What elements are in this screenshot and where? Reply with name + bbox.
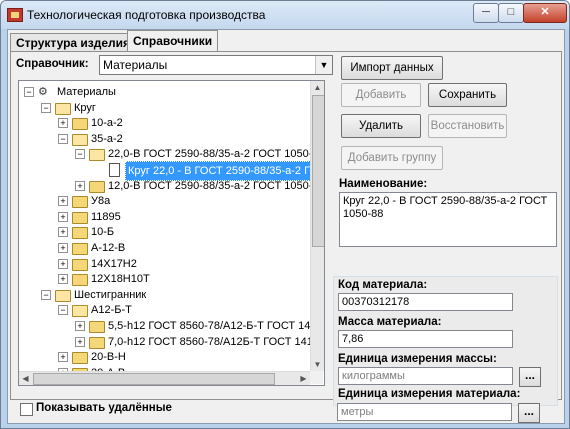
scroll-right-arrow-icon[interactable]: ▶	[297, 372, 310, 385]
folder-icon	[72, 227, 88, 240]
expand-icon[interactable]: +	[75, 321, 85, 331]
tree-node-label: 12,0-В ГОСТ 2590-88/35-а-2 ГОСТ 1050-8	[108, 179, 310, 192]
mass-unit-browse-button[interactable]: ...	[519, 367, 541, 387]
folder-icon	[72, 196, 88, 209]
minimize-button[interactable]: ─	[473, 3, 499, 23]
directory-select-value: Материалы	[103, 58, 168, 72]
save-button[interactable]: Сохранить	[428, 83, 507, 107]
maximize-button[interactable]: □	[498, 3, 524, 23]
code-label: Код материала:	[338, 279, 428, 291]
directory-label: Справочник:	[16, 58, 89, 70]
collapse-icon[interactable]: −	[24, 87, 34, 97]
horizontal-scroll-thumb[interactable]	[33, 373, 275, 385]
add-group-button[interactable]: Добавить группу	[341, 146, 443, 170]
folder-icon	[72, 211, 88, 224]
expand-icon[interactable]: +	[58, 211, 68, 222]
material-unit-label: Единица измерения материала:	[338, 388, 521, 400]
material-properties-group: Код материала: 00370312178 Масса материа…	[333, 276, 558, 406]
expand-icon[interactable]: +	[58, 196, 68, 207]
import-data-button[interactable]: Импорт данных	[341, 56, 443, 80]
directory-select[interactable]: Материалы ▼	[99, 55, 333, 75]
folder-open-icon	[72, 305, 88, 318]
close-button[interactable]: ✕	[523, 3, 567, 23]
material-unit-field[interactable]: метры	[337, 403, 512, 421]
folder-open-icon	[72, 133, 88, 146]
add-button[interactable]: Добавить	[341, 83, 421, 107]
folder-icon	[89, 180, 105, 193]
tree-vertical-scrollbar[interactable]: ▲ ▼	[310, 81, 324, 371]
tab-directories[interactable]: Справочники	[127, 30, 219, 51]
collapse-icon[interactable]: −	[58, 133, 68, 144]
delete-button[interactable]: Удалить	[341, 114, 421, 138]
app-icon	[7, 8, 23, 22]
client-area: Структура изделия Справочники Справочник…	[7, 29, 565, 424]
mass-unit-label: Единица измерения массы:	[338, 353, 497, 365]
tree-horizontal-scrollbar[interactable]: ◀ ▶	[19, 371, 310, 385]
expand-icon[interactable]: +	[58, 243, 68, 253]
collapse-icon[interactable]: −	[75, 149, 85, 160]
expand-icon[interactable]: +	[58, 274, 68, 285]
mass-label: Масса материала:	[338, 316, 442, 328]
vertical-scroll-thumb[interactable]	[312, 95, 324, 247]
folder-open-icon	[55, 102, 71, 115]
expand-icon[interactable]: +	[75, 336, 85, 347]
chevron-down-icon[interactable]: ▼	[315, 56, 332, 74]
mass-field[interactable]: 7,86	[338, 330, 513, 348]
collapse-icon[interactable]: −	[41, 102, 51, 113]
expand-icon[interactable]: +	[58, 258, 68, 269]
main-window: Технологическая подготовка производства …	[0, 0, 570, 429]
show-deleted-checkbox[interactable]	[20, 403, 33, 416]
tree-node-label: 7,0-h12 ГОСТ 8560-78/А12Б-Т ГОСТ 1414-	[108, 335, 310, 348]
scroll-left-arrow-icon[interactable]: ◀	[19, 372, 32, 385]
name-label: Наименование:	[339, 178, 428, 190]
folder-icon	[72, 352, 88, 365]
materials-root-icon: ⚙	[38, 86, 48, 98]
folder-icon	[89, 321, 105, 333]
code-field[interactable]: 00370312178	[338, 293, 513, 311]
mass-unit-field[interactable]: килограммы	[338, 367, 513, 385]
materials-tree[interactable]: − ⚙ Материалы − Круг +10-а-2−35-а-2−22,0-В ГО…	[18, 80, 325, 386]
name-field[interactable]: Круг 22,0 - В ГОСТ 2590-88/35-а-2 ГОСТ 1…	[339, 192, 557, 247]
expand-icon[interactable]: +	[58, 227, 68, 238]
directories-panel: Справочник: Материалы ▼ − ⚙ Материалы − Круг…	[10, 51, 562, 423]
collapse-icon[interactable]: −	[58, 305, 68, 316]
folder-open-icon	[89, 149, 105, 162]
scroll-up-arrow-icon[interactable]: ▲	[311, 81, 324, 94]
scrollbar-corner	[310, 371, 323, 384]
folder-icon	[72, 118, 88, 131]
title-bar[interactable]: Технологическая подготовка производства …	[1, 1, 569, 29]
folder-icon	[89, 336, 105, 349]
document-icon	[109, 163, 120, 177]
folder-icon	[72, 258, 88, 271]
restore-button[interactable]: Восстановить	[428, 114, 507, 138]
expand-icon[interactable]: +	[58, 118, 68, 129]
folder-open-icon	[55, 289, 71, 302]
tree-viewport: − ⚙ Материалы − Круг +10-а-2−35-а-2−22,0-В ГО…	[19, 81, 310, 371]
folder-icon	[72, 243, 88, 255]
material-unit-browse-button[interactable]: ...	[518, 403, 540, 423]
window-title: Технологическая подготовка производства	[27, 8, 266, 22]
expand-icon[interactable]: +	[75, 180, 85, 191]
scroll-down-arrow-icon[interactable]: ▼	[311, 358, 324, 371]
collapse-icon[interactable]: −	[41, 289, 51, 300]
tab-product-structure[interactable]: Структура изделия	[10, 33, 137, 52]
show-deleted-label: Показывать удалённые	[36, 402, 172, 414]
folder-icon	[72, 274, 88, 287]
tree-node-label: 20-А-В	[91, 364, 125, 371]
expand-icon[interactable]: +	[58, 352, 68, 363]
